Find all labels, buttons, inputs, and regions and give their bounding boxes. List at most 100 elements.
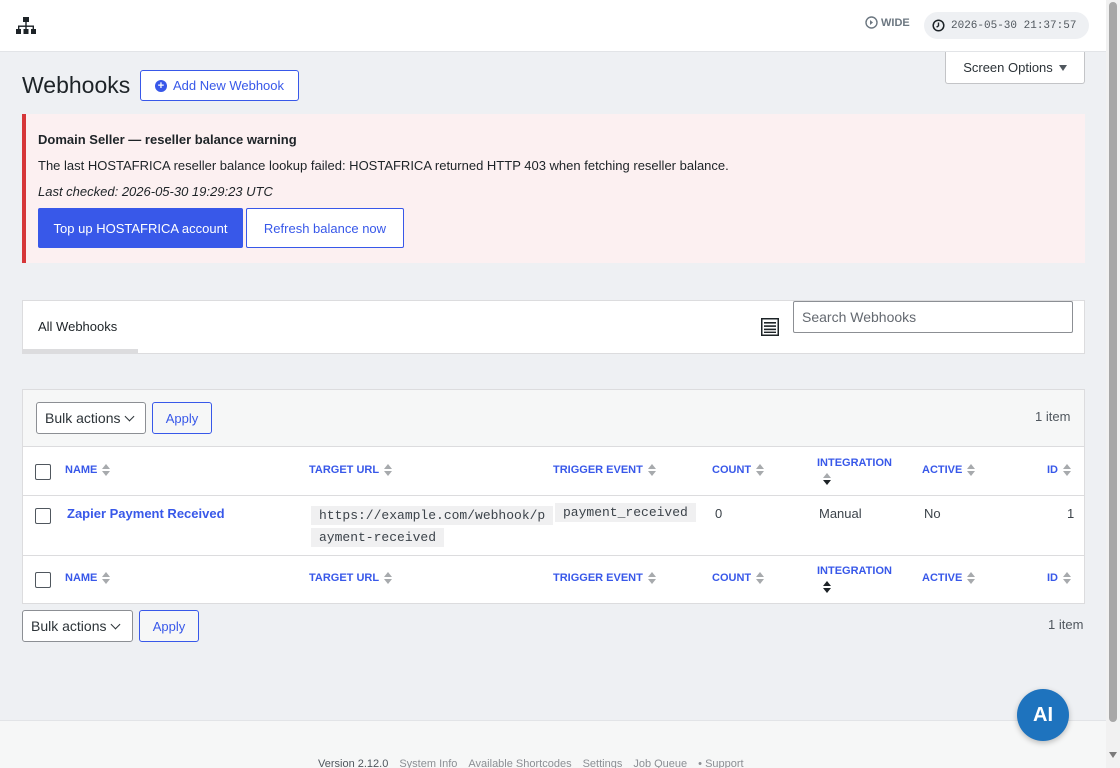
- notice-message: The last HOSTAFRICA reseller balance loo…: [38, 158, 729, 173]
- column-id[interactable]: ID: [1047, 572, 1071, 584]
- arrow-circle-icon: [865, 16, 878, 29]
- scrollbar[interactable]: [1106, 0, 1120, 768]
- column-integration-label: INTEGRATION: [817, 565, 892, 577]
- target-url-line: https://example.com/webhook/p: [311, 506, 554, 525]
- bulk-actions-label: Bulk actions: [31, 618, 107, 634]
- column-trigger-event[interactable]: TRIGGER EVENT: [553, 464, 656, 476]
- sort-icon: [647, 572, 656, 584]
- column-trigger-event[interactable]: TRIGGER EVENT: [553, 572, 656, 584]
- screen-options-button[interactable]: Screen Options: [945, 52, 1085, 84]
- column-active-label: ACTIVE: [922, 464, 963, 476]
- column-target-url-label: TARGET URL: [309, 464, 380, 476]
- tabs-bar: All Webhooks: [22, 300, 1085, 354]
- sort-asc-icon: [823, 581, 831, 593]
- ai-assistant-button[interactable]: AI: [1017, 689, 1069, 741]
- apply-button-bottom[interactable]: Apply: [139, 610, 199, 642]
- sort-icon: [102, 464, 111, 476]
- column-target-url[interactable]: TARGET URL: [309, 464, 393, 476]
- search-webhooks-input[interactable]: [793, 301, 1073, 333]
- notice-title: Domain Seller — reseller balance warning: [38, 132, 297, 147]
- sort-icon: [384, 572, 393, 584]
- sort-icon: [1063, 464, 1071, 476]
- add-new-webhook-label: Add New Webhook: [172, 78, 285, 93]
- sort-icon: [967, 572, 976, 584]
- list-view-icon[interactable]: [761, 318, 779, 336]
- webhooks-table: Bulk actions Apply 1 item NAME TARGET UR…: [22, 389, 1085, 604]
- column-count-label: COUNT: [712, 572, 752, 584]
- items-count-bottom: 1 item: [1048, 617, 1084, 632]
- bulk-actions-label: Bulk actions: [45, 410, 121, 426]
- ai-assistant-label: AI: [1033, 703, 1053, 726]
- add-new-webhook-button[interactable]: + Add New Webhook: [140, 70, 299, 101]
- datetime-text: 2026-05-30 21:37:57: [951, 19, 1077, 32]
- sort-icon: [384, 464, 393, 476]
- select-all-checkbox[interactable]: [35, 572, 51, 588]
- version-text: Version 2.12.0: [318, 758, 389, 768]
- column-name-label: NAME: [65, 464, 98, 476]
- bulk-actions-select[interactable]: Bulk actions: [36, 402, 146, 434]
- clock-icon: [932, 19, 945, 32]
- footer-link-system-info[interactable]: System Info: [399, 758, 457, 768]
- column-count-label: COUNT: [712, 464, 752, 476]
- apply-button[interactable]: Apply: [152, 402, 212, 434]
- chevron-down-icon: [125, 411, 135, 422]
- scroll-down-arrow-icon[interactable]: [1109, 752, 1117, 758]
- sort-icon: [1063, 572, 1071, 584]
- tab-all-webhooks[interactable]: All Webhooks: [23, 301, 138, 353]
- column-count[interactable]: COUNT: [712, 464, 765, 476]
- chevron-down-icon: [111, 619, 121, 630]
- footer-link-support[interactable]: • Support: [698, 758, 743, 768]
- column-active[interactable]: ACTIVE: [922, 572, 976, 584]
- target-url-line: ayment-received: [311, 528, 445, 547]
- sort-icon: [756, 464, 765, 476]
- scrollbar-thumb[interactable]: [1109, 2, 1117, 722]
- wide-toggle[interactable]: WIDE: [865, 16, 910, 29]
- top-bar: WIDE 2026-05-30 21:37:57: [0, 0, 1106, 52]
- table-footer: NAME TARGET URL TRIGGER EVENT COUNT INTE…: [23, 556, 1084, 603]
- table-row: Zapier Payment Received https://example.…: [23, 496, 1084, 556]
- integration-value: Manual: [819, 506, 862, 521]
- caret-down-icon: [1058, 64, 1067, 71]
- bulk-actions-select-bottom[interactable]: Bulk actions: [22, 610, 133, 642]
- column-integration-label: INTEGRATION: [817, 457, 892, 469]
- sort-icon: [756, 572, 765, 584]
- table-header: NAME TARGET URL TRIGGER EVENT COUNT INTE…: [23, 447, 1084, 496]
- column-name-label: NAME: [65, 572, 98, 584]
- column-integration[interactable]: INTEGRATION: [817, 565, 892, 593]
- footer-links: Version 2.12.0 System Info Available Sho…: [318, 758, 744, 768]
- column-trigger-event-label: TRIGGER EVENT: [553, 464, 643, 476]
- column-trigger-event-label: TRIGGER EVENT: [553, 572, 643, 584]
- column-id-label: ID: [1047, 464, 1058, 476]
- datetime-pill: 2026-05-30 21:37:57: [924, 12, 1089, 39]
- row-checkbox[interactable]: [35, 508, 51, 524]
- id-value: 1: [1067, 506, 1075, 521]
- column-id[interactable]: ID: [1047, 464, 1071, 476]
- count-value: 0: [715, 506, 723, 521]
- column-active-label: ACTIVE: [922, 572, 963, 584]
- footer-link-shortcodes[interactable]: Available Shortcodes: [468, 758, 571, 768]
- balance-warning-notice: Domain Seller — reseller balance warning…: [22, 114, 1085, 263]
- items-count: 1 item: [1035, 409, 1071, 424]
- sort-desc-icon: [823, 473, 831, 485]
- topup-account-button[interactable]: Top up HOSTAFRICA account: [38, 208, 243, 248]
- sort-icon: [102, 572, 111, 584]
- column-target-url[interactable]: TARGET URL: [309, 572, 393, 584]
- trigger-event-code: payment_received: [555, 503, 696, 522]
- refresh-balance-button[interactable]: Refresh balance now: [246, 208, 404, 248]
- column-name[interactable]: NAME: [65, 572, 111, 584]
- tablenav-top: Bulk actions Apply 1 item: [23, 390, 1084, 447]
- sitemap-icon[interactable]: [15, 17, 37, 35]
- sort-icon: [967, 464, 976, 476]
- column-id-label: ID: [1047, 572, 1058, 584]
- footer-link-settings[interactable]: Settings: [583, 758, 623, 768]
- column-target-url-label: TARGET URL: [309, 572, 380, 584]
- select-all-checkbox[interactable]: [35, 464, 51, 480]
- screen-options-label: Screen Options: [963, 60, 1053, 75]
- column-active[interactable]: ACTIVE: [922, 464, 976, 476]
- column-count[interactable]: COUNT: [712, 572, 765, 584]
- wide-label: WIDE: [881, 16, 910, 29]
- column-name[interactable]: NAME: [65, 464, 111, 476]
- column-integration[interactable]: INTEGRATION: [817, 457, 892, 485]
- footer-link-job-queue[interactable]: Job Queue: [633, 758, 687, 768]
- webhook-name-link[interactable]: Zapier Payment Received: [67, 506, 225, 521]
